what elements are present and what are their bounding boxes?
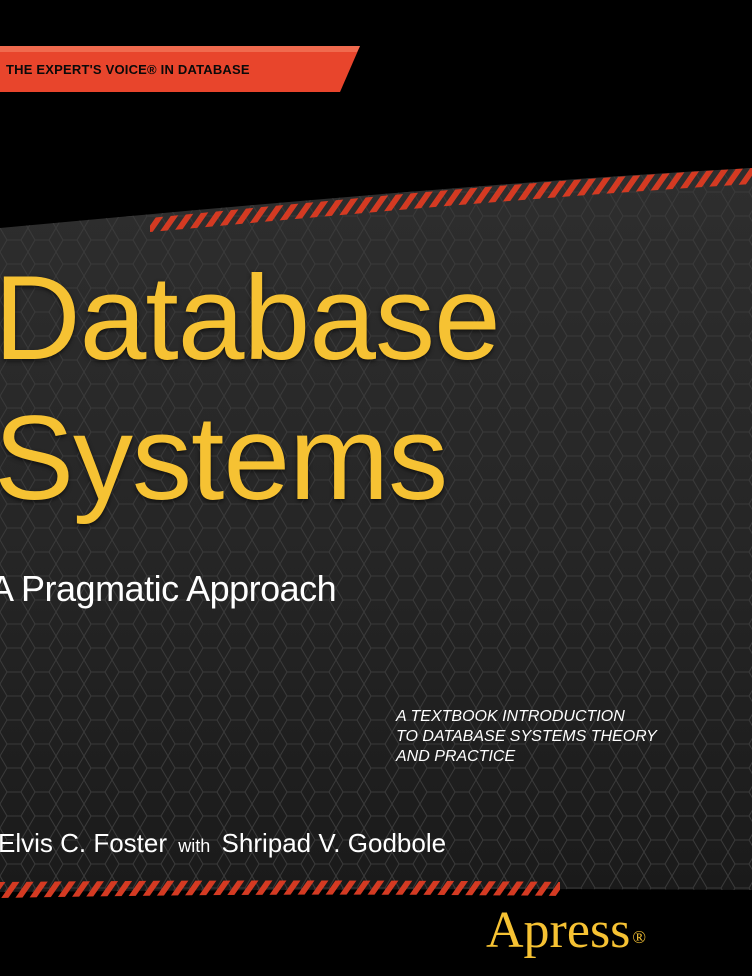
book-cover: THE EXPERT'S VOICE® IN DATABASE Database… xyxy=(0,0,752,976)
primary-author: Elvis C. Foster xyxy=(0,828,168,858)
title-line-1: Database xyxy=(0,251,501,385)
tagline-line-1: A TEXTBOOK INTRODUCTION xyxy=(396,708,625,725)
publisher-logo: Apress ® xyxy=(486,905,646,957)
author-connector: with xyxy=(178,836,211,856)
tagline: A TEXTBOOK INTRODUCTION TO DATABASE SYST… xyxy=(396,707,736,767)
authors: Elvis C. Foster with Shripad V. Godbole xyxy=(0,828,446,859)
registered-mark: ® xyxy=(632,927,647,947)
title-line-2: Systems xyxy=(0,391,448,525)
publisher-name: Apress xyxy=(486,902,631,959)
subtitle: A Pragmatic Approach xyxy=(0,568,337,609)
tagline-line-2: TO DATABASE SYSTEMS THEORY xyxy=(396,728,657,745)
tagline-line-3: AND PRACTICE xyxy=(396,748,516,765)
secondary-author: Shripad V. Godbole xyxy=(221,828,447,858)
